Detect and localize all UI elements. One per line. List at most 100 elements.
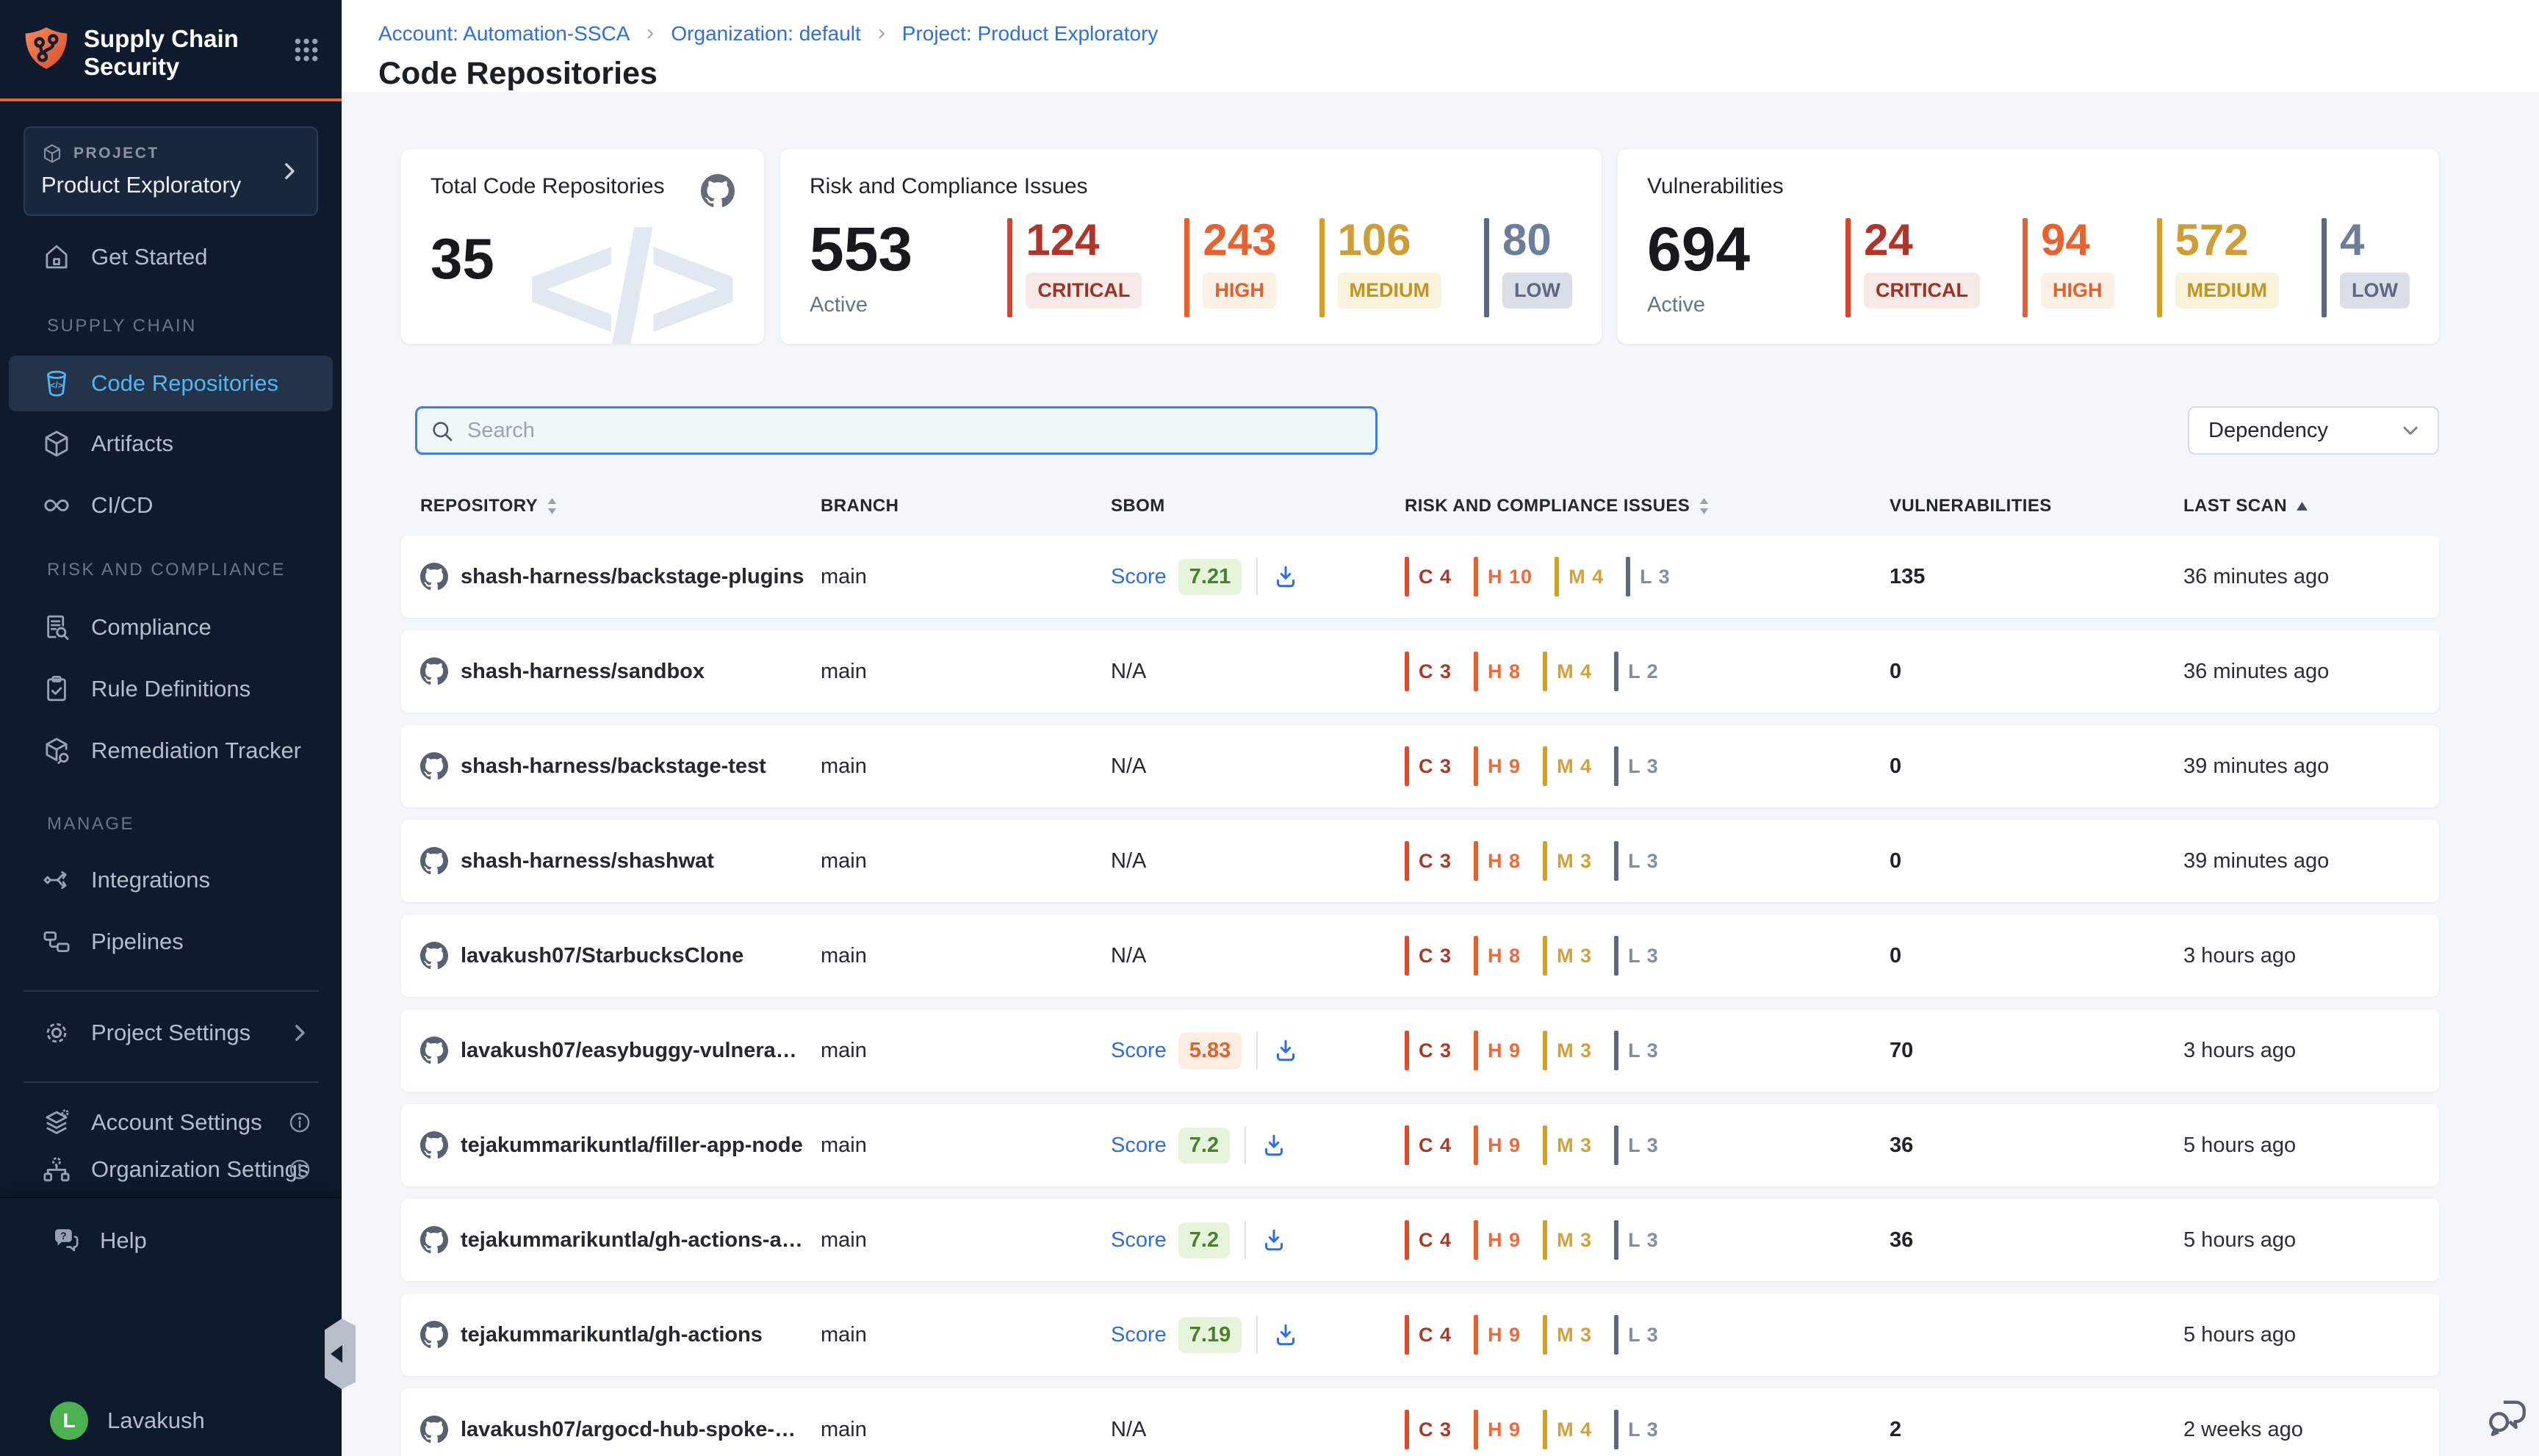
sbom-score-link[interactable]: Score <box>1111 1323 1167 1347</box>
repo-name[interactable]: lavakush07/argocd-hub-spoke-demo <box>461 1418 806 1442</box>
card-title: Total Code Repositories <box>431 174 665 199</box>
repo-name[interactable]: shash-harness/backstage-plugins <box>461 565 804 589</box>
sidebar-item-pipelines[interactable]: Pipelines <box>9 914 333 970</box>
repo-name[interactable]: lavakush07/easybuggy-vulnerable-app… <box>461 1039 806 1063</box>
repo-name[interactable]: lavakush07/StarbucksClone <box>461 944 743 968</box>
table-row[interactable]: tejakummarikuntla/gh-actions main Score … <box>401 1294 2439 1376</box>
sidebar-item-get-started[interactable]: Get Started <box>9 229 333 285</box>
download-sbom-icon[interactable] <box>1272 563 1299 590</box>
table-row[interactable]: tejakummarikuntla/gh-actions-artifacts m… <box>401 1199 2439 1281</box>
sidebar-item-label: Account Settings <box>91 1109 262 1136</box>
table-row[interactable]: shash-harness/backstage-test main N/A C … <box>401 725 2439 807</box>
download-sbom-icon[interactable] <box>1261 1227 1287 1253</box>
repo-name[interactable]: tejakummarikuntla/filler-app-node <box>461 1134 803 1158</box>
severity-chip-medium: M 4 <box>1543 1410 1592 1449</box>
section-label-manage: MANAGE <box>47 814 333 835</box>
table-row[interactable]: shash-harness/backstage-plugins main Sco… <box>401 536 2439 618</box>
sidebar-item-compliance[interactable]: Compliance <box>9 599 333 655</box>
vulnerabilities-cell: 0 <box>1890 754 2183 779</box>
table-row[interactable]: lavakush07/argocd-hub-spoke-demo main N/… <box>401 1388 2439 1456</box>
sidebar-item-remediation-tracker[interactable]: Remediation Tracker <box>9 723 333 779</box>
sbom-score-badge: 7.19 <box>1178 1317 1242 1353</box>
sort-icon[interactable] <box>1699 497 1710 516</box>
column-header-last-scan[interactable]: LAST SCAN <box>2183 496 2439 516</box>
github-icon <box>420 657 448 685</box>
sbom-score-link[interactable]: Score <box>1111 1134 1167 1158</box>
sidebar-item-label: Remediation Tracker <box>91 738 301 764</box>
table-row[interactable]: lavakush07/StarbucksClone main N/A C 3 H… <box>401 915 2439 997</box>
severity-chip-critical: C 3 <box>1405 1410 1452 1449</box>
sbom-score-link[interactable]: Score <box>1111 565 1167 589</box>
sidebar-item-label: Rule Definitions <box>91 676 251 702</box>
branch-cell: main <box>821 1418 1111 1442</box>
table-row[interactable]: tejakummarikuntla/filler-app-node main S… <box>401 1104 2439 1186</box>
sidebar-divider <box>24 990 318 992</box>
app-switcher-icon[interactable] <box>292 35 321 65</box>
download-sbom-icon[interactable] <box>1261 1132 1287 1158</box>
feedback-chat-icon[interactable] <box>2485 1394 2530 1440</box>
issues-active-count: 553 <box>810 218 1007 280</box>
table-row[interactable]: shash-harness/sandbox main N/A C 3 H 8 M… <box>401 630 2439 713</box>
sidebar-item-integrations[interactable]: Integrations <box>9 852 333 908</box>
sidebar-item-project-settings[interactable]: Project Settings <box>9 1005 333 1061</box>
sidebar-item-rule-definitions[interactable]: Rule Definitions <box>9 661 333 717</box>
sidebar-collapse-handle[interactable] <box>325 1319 356 1389</box>
divider <box>1256 1031 1258 1070</box>
sidebar-item-cicd[interactable]: CI/CD <box>9 477 333 533</box>
download-sbom-icon[interactable] <box>1272 1037 1299 1064</box>
search-input[interactable] <box>415 406 1377 455</box>
column-header-repository[interactable]: REPOSITORY <box>420 496 821 516</box>
breadcrumb: Account: Automation-SSCA Organization: d… <box>378 22 2539 46</box>
breadcrumb-project[interactable]: Project: Product Exploratory <box>902 22 1159 46</box>
branch-cell: main <box>821 1228 1111 1253</box>
column-header-branch: BRANCH <box>821 496 1111 516</box>
breadcrumb-organization[interactable]: Organization: default <box>671 22 860 46</box>
issues-cell: C 3 H 8 M 3 L 3 <box>1405 841 1890 881</box>
last-scan-cell: 5 hours ago <box>2183 1323 2439 1347</box>
repo-name[interactable]: tejakummarikuntla/gh-actions <box>461 1323 763 1347</box>
severity-chip-high: H 9 <box>1474 1410 1521 1449</box>
sidebar-nav: Get Started SUPPLY CHAIN Code Repositori… <box>0 229 342 1193</box>
sort-icon[interactable] <box>547 497 558 516</box>
vulnerabilities-cell: 0 <box>1890 849 2183 873</box>
sidebar-item-help[interactable]: Help <box>18 1213 324 1269</box>
divider <box>1245 1221 1246 1259</box>
sidebar-item-user[interactable]: L Lavakush <box>18 1393 324 1449</box>
chevron-down-icon <box>2399 419 2421 442</box>
download-sbom-icon[interactable] <box>1272 1322 1299 1348</box>
sidebar-item-label: Get Started <box>91 244 208 270</box>
chevron-right-icon <box>874 26 889 41</box>
column-header-issues[interactable]: RISK AND COMPLIANCE ISSUES <box>1405 496 1890 516</box>
sidebar-item-code-repositories[interactable]: Code Repositories <box>9 356 333 411</box>
gear-icon <box>41 1017 72 1048</box>
sidebar-item-account-settings[interactable]: Account Settings <box>9 1099 333 1146</box>
chevron-right-icon <box>287 1020 312 1045</box>
sidebar-item-label: Project Settings <box>91 1020 251 1046</box>
repo-name[interactable]: shash-harness/shashwat <box>461 849 714 873</box>
table-row[interactable]: lavakush07/easybuggy-vulnerable-app… mai… <box>401 1009 2439 1092</box>
sidebar-item-organization-settings[interactable]: Organization Settings <box>9 1146 333 1193</box>
branch-cell: main <box>821 849 1111 873</box>
sbom-score-link[interactable]: Score <box>1111 1039 1167 1063</box>
dependency-filter-dropdown[interactable]: Dependency <box>2188 406 2439 455</box>
severity-chip-critical: C 3 <box>1405 936 1452 976</box>
github-icon <box>420 752 448 780</box>
breadcrumb-account[interactable]: Account: Automation-SSCA <box>378 22 630 46</box>
column-header-sbom: SBOM <box>1111 496 1405 516</box>
sidebar-item-label: Artifacts <box>91 430 173 457</box>
last-scan-cell: 36 minutes ago <box>2183 565 2439 589</box>
sbom-score-link[interactable]: Score <box>1111 1228 1167 1253</box>
repo-name[interactable]: shash-harness/backstage-test <box>461 754 766 779</box>
sidebar-item-artifacts[interactable]: Artifacts <box>9 416 333 472</box>
severity-chip-high: H 9 <box>1474 746 1521 786</box>
issues-cell: C 4 H 10 M 4 L 3 <box>1405 557 1890 597</box>
page-title: Code Repositories <box>378 56 2539 92</box>
repo-name[interactable]: tejakummarikuntla/gh-actions-artifacts <box>461 1228 806 1253</box>
table-row[interactable]: shash-harness/shashwat main N/A C 3 H 8 … <box>401 820 2439 902</box>
severity-bar <box>1319 218 1325 317</box>
severity-count: 572 <box>2175 218 2280 262</box>
project-selector[interactable]: PROJECT Product Exploratory <box>24 126 318 216</box>
repo-name[interactable]: shash-harness/sandbox <box>461 660 705 684</box>
severity-medium: 572 MEDIUM <box>2157 218 2280 317</box>
integrations-icon <box>41 865 72 895</box>
